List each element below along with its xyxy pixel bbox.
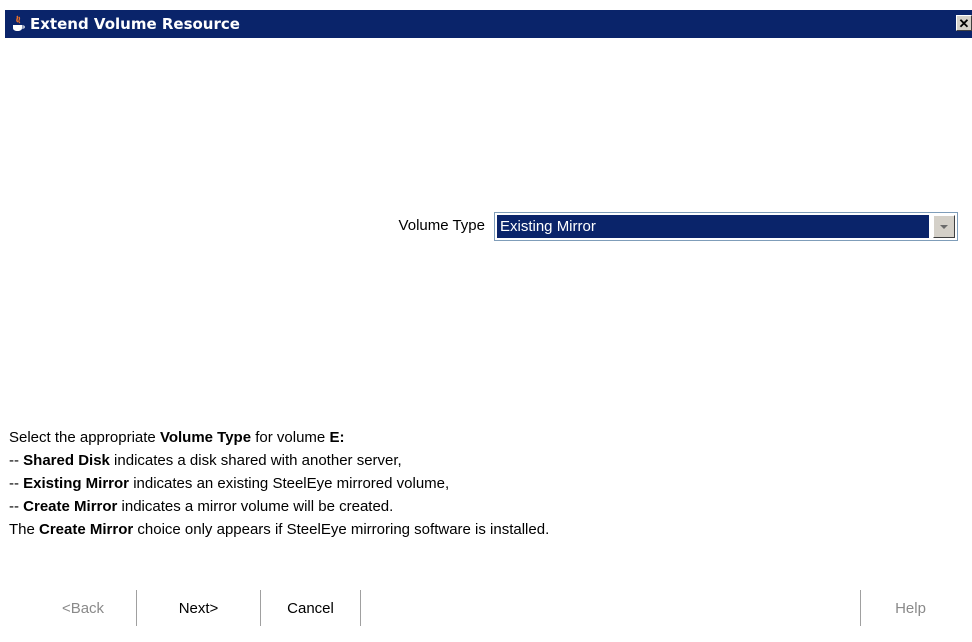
cancel-button[interactable]: Cancel	[261, 590, 361, 626]
close-icon: ✕	[958, 15, 970, 31]
description-line: -- Shared Disk indicates a disk shared w…	[9, 452, 402, 469]
back-button[interactable]: <Back	[30, 590, 137, 626]
volume-type-select[interactable]: Existing Mirror	[494, 212, 958, 241]
java-cup-icon	[10, 15, 26, 33]
description-line: -- Create Mirror indicates a mirror volu…	[9, 498, 394, 515]
close-button[interactable]: ✕	[956, 15, 972, 31]
volume-type-label: Volume Type	[398, 217, 485, 234]
description-line: Select the appropriate Volume Type for v…	[9, 429, 345, 446]
description-text: Select the appropriate Volume Type for v…	[9, 426, 549, 541]
help-button[interactable]: Help	[860, 590, 960, 626]
dropdown-arrow-button[interactable]	[933, 215, 955, 238]
description-line: -- Existing Mirror indicates an existing…	[9, 475, 450, 492]
volume-type-selected-value: Existing Mirror	[497, 215, 929, 238]
description-line: The Create Mirror choice only appears if…	[9, 521, 550, 538]
next-button[interactable]: Next>	[137, 590, 261, 626]
window-title: Extend Volume Resource	[30, 15, 240, 33]
chevron-down-icon	[940, 224, 948, 229]
title-bar: Extend Volume Resource ✕	[5, 10, 972, 38]
